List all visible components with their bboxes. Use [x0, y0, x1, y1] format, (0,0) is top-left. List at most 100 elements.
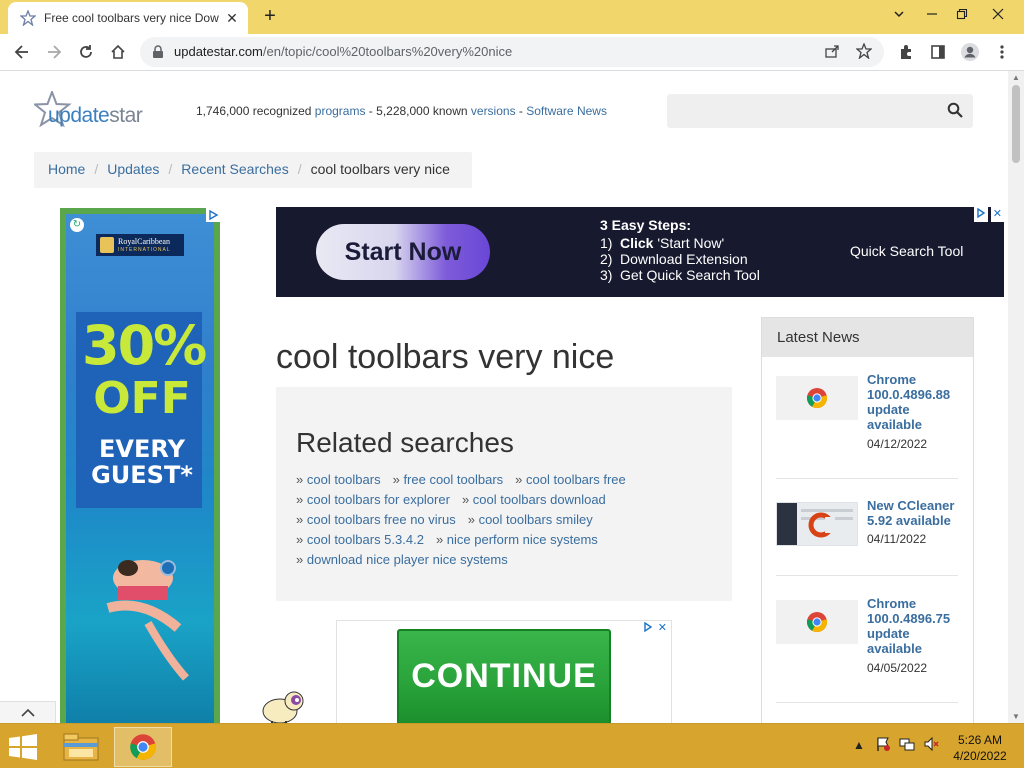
ad-close-icon[interactable]: ✕	[655, 621, 669, 636]
home-icon[interactable]	[106, 40, 130, 64]
news-title[interactable]: Chrome 100.0.4896.88 update available	[867, 372, 962, 432]
sheep-mascot-image[interactable]	[260, 687, 306, 723]
scrollbar-thumb[interactable]	[1012, 85, 1020, 163]
related-search-link[interactable]: cool toolbars	[307, 472, 381, 487]
bullet: »	[296, 472, 304, 487]
related-search-item: » free cool toolbars	[393, 472, 504, 487]
search-icon[interactable]	[947, 102, 963, 118]
programs-link[interactable]: programs	[315, 104, 366, 118]
related-searches-row: » cool toolbars» free cool toolbars» coo…	[296, 470, 726, 490]
windows-taskbar: ▲ 5:26 AM 4/20/2022	[0, 723, 1024, 768]
news-date: 04/05/2022	[867, 661, 928, 675]
ad-close-icon[interactable]: ✕	[990, 207, 1004, 222]
versions-link[interactable]: versions	[471, 104, 516, 118]
lock-icon[interactable]	[152, 45, 164, 59]
breadcrumb-updates[interactable]: Updates	[107, 161, 159, 177]
reload-icon[interactable]	[74, 40, 98, 64]
adchoices-icon[interactable]	[206, 208, 220, 222]
new-tab-button[interactable]: +	[258, 6, 282, 28]
related-search-item: » download nice player nice systems	[296, 552, 508, 567]
address-bar[interactable]: updatestar.com/en/topic/cool%20toolbars%…	[140, 37, 884, 67]
related-search-item: » cool toolbars 5.3.4.2	[296, 532, 424, 547]
back-arrow-icon[interactable]	[10, 40, 34, 64]
scroll-up-arrow-icon[interactable]: ▲	[1012, 74, 1020, 82]
close-window-button[interactable]	[984, 4, 1012, 26]
chrome-taskbar-button[interactable]	[114, 727, 172, 767]
url-text: updatestar.com/en/topic/cool%20toolbars%…	[174, 44, 512, 59]
start-now-button[interactable]: Start Now	[316, 224, 490, 280]
clock-time: 5:26 AM	[957, 733, 1003, 747]
related-search-link[interactable]: nice perform nice systems	[447, 532, 598, 547]
news-divider	[776, 575, 958, 576]
related-search-link[interactable]: cool toolbars 5.3.4.2	[307, 532, 424, 547]
related-search-link[interactable]: cool toolbars free no virus	[307, 512, 456, 527]
tab-close-icon[interactable]: ✕	[224, 10, 240, 26]
software-news-link[interactable]: Software News	[526, 104, 607, 118]
news-title[interactable]: Chrome 100.0.4896.75 update available	[867, 596, 962, 656]
more-menu-icon[interactable]	[990, 40, 1014, 64]
related-searches-heading: Related searches	[296, 427, 514, 458]
updatestar-logo[interactable]: updatestar	[32, 89, 154, 135]
share-icon[interactable]	[824, 43, 840, 64]
continue-ad[interactable]: CONTINUE ✕	[336, 620, 672, 723]
related-search-link[interactable]: cool toolbars for explorer	[307, 492, 450, 507]
related-searches-row: » cool toolbars 5.3.4.2 » nice perform ni…	[296, 530, 726, 550]
related-search-link[interactable]: cool toolbars free	[526, 472, 626, 487]
chrome-icon	[776, 600, 858, 644]
news-item[interactable]: Chrome 100.0.4896.75 update available 04…	[776, 596, 960, 686]
site-search-input[interactable]	[667, 94, 973, 128]
ad-every-guest: EVERY GUEST*	[91, 435, 193, 489]
breadcrumb: Home / Updates / Recent Searches / cool toolba…	[34, 152, 472, 188]
tray-expand-chevron-up-icon[interactable]: ▲	[850, 736, 868, 754]
file-explorer-icon[interactable]	[60, 729, 102, 765]
page-scrollbar[interactable]: ▲ ▼	[1008, 71, 1024, 723]
back-to-top-button[interactable]	[0, 701, 56, 723]
forward-arrow-icon[interactable]	[42, 40, 66, 64]
versions-count: 5,228,000 known	[376, 104, 468, 118]
restore-button[interactable]	[948, 4, 976, 26]
news-divider	[776, 478, 958, 479]
network-icon[interactable]	[898, 736, 916, 754]
browser-tab-active[interactable]: Free cool toolbars very nice Dow ✕	[8, 2, 248, 34]
adchoices-icon[interactable]	[641, 621, 655, 636]
related-search-link[interactable]: cool toolbars smiley	[479, 512, 593, 527]
extensions-puzzle-icon[interactable]	[894, 40, 918, 64]
programs-count: 1,746,000 recognized	[196, 104, 312, 118]
breadcrumb-recent-searches[interactable]: Recent Searches	[181, 161, 288, 177]
bullet: »	[392, 472, 400, 487]
related-search-link[interactable]: cool toolbars download	[473, 492, 606, 507]
ad-brand-sub: INTERNATIONAL	[118, 247, 171, 253]
taskbar-clock[interactable]: 5:26 AM 4/20/2022	[950, 732, 1010, 764]
windows-start-icon[interactable]	[8, 734, 38, 760]
adchoices-icon[interactable]	[974, 207, 988, 222]
breadcrumb-separator: /	[94, 161, 99, 177]
related-search-item: » cool toolbars smiley	[468, 512, 593, 527]
breadcrumb-separator: /	[168, 161, 173, 177]
ad-percent: 30%	[82, 314, 207, 377]
side-panel-icon[interactable]	[926, 40, 950, 64]
tab-search-chevron-down-icon[interactable]	[885, 4, 913, 26]
related-search-link[interactable]: download nice player nice systems	[307, 552, 508, 567]
royal-caribbean-ad[interactable]: ↻ RoyalCaribbean INTERNATIONAL 30% OFF E…	[60, 208, 220, 723]
quick-search-tool-ad[interactable]: Start Now 3 Easy Steps: 1) Click 'Start N…	[276, 207, 1004, 297]
action-center-flag-icon[interactable]	[874, 736, 892, 754]
ad-step-2: 2) Download Extension	[600, 251, 748, 267]
updatestar-favicon-icon	[20, 10, 36, 26]
bullet: »	[435, 532, 444, 547]
profile-avatar-icon[interactable]	[958, 40, 982, 64]
news-title[interactable]: New CCleaner 5.92 available	[867, 498, 962, 528]
news-item[interactable]: New CCleaner 5.92 available 04/11/2022	[776, 498, 960, 558]
related-search-item: » cool toolbars free no virus	[296, 512, 456, 527]
stats-separator: -	[365, 104, 377, 118]
volume-muted-icon[interactable]	[922, 736, 940, 754]
ad-replay-icon[interactable]: ↻	[70, 218, 84, 232]
web-page: updatestar 1,746,000 recognized programs…	[0, 71, 1008, 723]
related-search-link[interactable]: free cool toolbars	[403, 472, 503, 487]
minimize-button[interactable]	[918, 4, 946, 26]
bookmark-star-icon[interactable]	[855, 42, 873, 64]
ccleaner-icon	[776, 502, 858, 546]
breadcrumb-home[interactable]: Home	[48, 161, 85, 177]
scroll-down-arrow-icon[interactable]: ▼	[1012, 713, 1020, 721]
news-item[interactable]: Chrome 100.0.4896.88 update available 04…	[776, 372, 960, 462]
page-title: cool toolbars very nice	[276, 338, 615, 376]
